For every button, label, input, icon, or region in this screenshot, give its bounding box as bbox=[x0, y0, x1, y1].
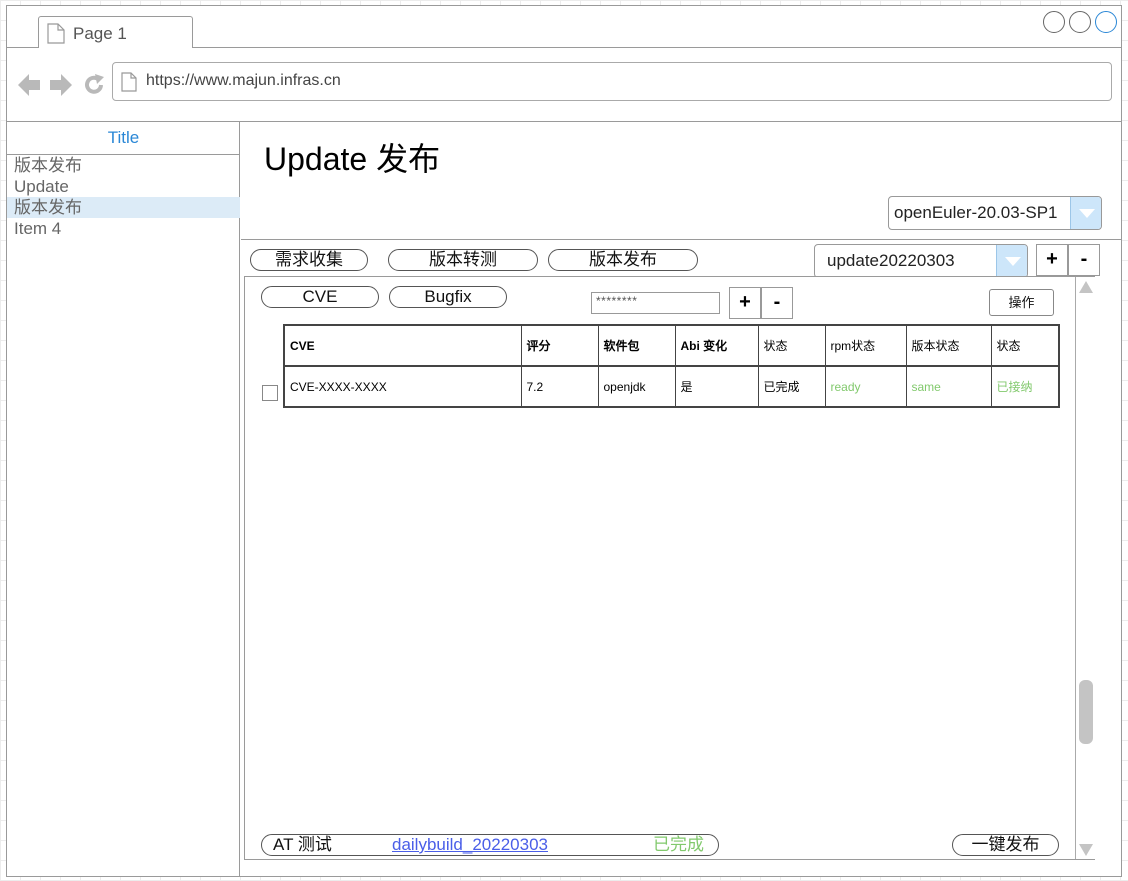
cell-version-status: same bbox=[905, 365, 992, 408]
chevron-down-icon[interactable] bbox=[996, 245, 1027, 277]
chevron-down-icon[interactable] bbox=[1070, 197, 1101, 229]
build-status: 已完成 bbox=[653, 835, 704, 854]
remove-item-button[interactable]: - bbox=[761, 287, 793, 319]
header-accept-status: 状态 bbox=[990, 324, 1060, 367]
forward-arrow-icon[interactable] bbox=[49, 72, 73, 98]
cell-status: 已完成 bbox=[757, 365, 826, 408]
update-select-value: update20220303 bbox=[827, 251, 955, 270]
vertical-scrollbar[interactable] bbox=[1075, 277, 1095, 859]
header-abi-change: Abi 变化 bbox=[674, 324, 759, 367]
at-test-bar: AT 测试 dailybuild_20220303 已完成 bbox=[261, 834, 719, 856]
table-row[interactable]: CVE-XXXX-XXXX 7.2 openjdk 是 已完成 ready sa… bbox=[283, 365, 1060, 408]
close-button[interactable] bbox=[1095, 11, 1117, 33]
cell-accept-status: 已接纳 bbox=[990, 365, 1060, 408]
cell-cve: CVE-XXXX-XXXX bbox=[283, 365, 522, 408]
page-icon bbox=[47, 23, 65, 44]
row-checkbox[interactable] bbox=[262, 385, 278, 401]
page-icon bbox=[121, 72, 137, 92]
cell-package: openjdk bbox=[597, 365, 676, 408]
back-arrow-icon[interactable] bbox=[17, 72, 41, 98]
scroll-up-icon[interactable] bbox=[1079, 281, 1093, 293]
sidebar-item-update[interactable]: Update bbox=[7, 176, 240, 197]
sidebar-item-4[interactable]: Item 4 bbox=[7, 218, 240, 239]
address-bar[interactable]: https://www.majun.infras.cn bbox=[112, 62, 1112, 101]
scroll-down-icon[interactable] bbox=[1079, 844, 1093, 856]
cell-score: 7.2 bbox=[520, 365, 599, 408]
browser-tab[interactable]: Page 1 bbox=[38, 16, 193, 49]
release-select-value: openEuler-20.03-SP1 bbox=[894, 203, 1058, 222]
browser-toolbar: https://www.majun.infras.cn bbox=[7, 48, 1121, 122]
page-header: Update 发布 openEuler-20.03-SP1 bbox=[241, 122, 1121, 240]
scroll-thumb[interactable] bbox=[1079, 680, 1093, 744]
tab-label: Page 1 bbox=[73, 24, 127, 43]
reload-icon[interactable] bbox=[82, 73, 106, 97]
one-click-publish-button[interactable]: 一键发布 bbox=[952, 834, 1059, 856]
minimize-button[interactable] bbox=[1043, 11, 1065, 33]
sidebar-item-release-2[interactable]: 版本发布 bbox=[7, 197, 240, 218]
header-rpm-status: rpm状态 bbox=[824, 324, 907, 367]
at-test-label: AT 测试 bbox=[273, 835, 332, 854]
test-transfer-button[interactable]: 版本转测 bbox=[388, 249, 538, 271]
cell-rpm-status: ready bbox=[824, 365, 907, 408]
sidebar-title: Title bbox=[7, 122, 240, 155]
content-panel: CVE Bugfix ******** + - 操作 CVE 评分 软件包 Ab… bbox=[244, 276, 1095, 860]
dailybuild-link[interactable]: dailybuild_20220303 bbox=[392, 835, 548, 855]
header-version-status: 版本状态 bbox=[905, 324, 992, 367]
url-text: https://www.majun.infras.cn bbox=[146, 72, 341, 89]
tab-cve[interactable]: CVE bbox=[261, 286, 379, 308]
page-title: Update 发布 bbox=[264, 141, 441, 177]
update-select[interactable]: update20220303 bbox=[814, 244, 1028, 278]
add-item-button[interactable]: + bbox=[729, 287, 761, 319]
action-button[interactable]: 操作 bbox=[989, 289, 1054, 316]
tab-strip: Page 1 bbox=[7, 6, 1121, 49]
cell-abi-change: 是 bbox=[674, 365, 759, 408]
search-input[interactable]: ******** bbox=[591, 292, 720, 314]
release-select[interactable]: openEuler-20.03-SP1 bbox=[888, 196, 1102, 230]
collect-button[interactable]: 需求收集 bbox=[250, 249, 368, 271]
header-score: 评分 bbox=[520, 324, 599, 367]
maximize-button[interactable] bbox=[1069, 11, 1091, 33]
publish-stage-button[interactable]: 版本发布 bbox=[548, 249, 698, 271]
header-cve: CVE bbox=[283, 324, 522, 367]
sidebar-item-release-1[interactable]: 版本发布 bbox=[7, 155, 240, 176]
tab-bugfix[interactable]: Bugfix bbox=[389, 286, 507, 308]
add-update-button[interactable]: + bbox=[1036, 244, 1068, 276]
sidebar: Title 版本发布 Update 版本发布 Item 4 bbox=[7, 122, 240, 876]
remove-update-button[interactable]: - bbox=[1068, 244, 1100, 276]
header-status: 状态 bbox=[757, 324, 826, 367]
cve-table: CVE 评分 软件包 Abi 变化 状态 rpm状态 版本状态 状态 CVE-X… bbox=[283, 324, 1060, 408]
header-package: 软件包 bbox=[597, 324, 676, 367]
table-header-row: CVE 评分 软件包 Abi 变化 状态 rpm状态 版本状态 状态 bbox=[283, 324, 1060, 367]
